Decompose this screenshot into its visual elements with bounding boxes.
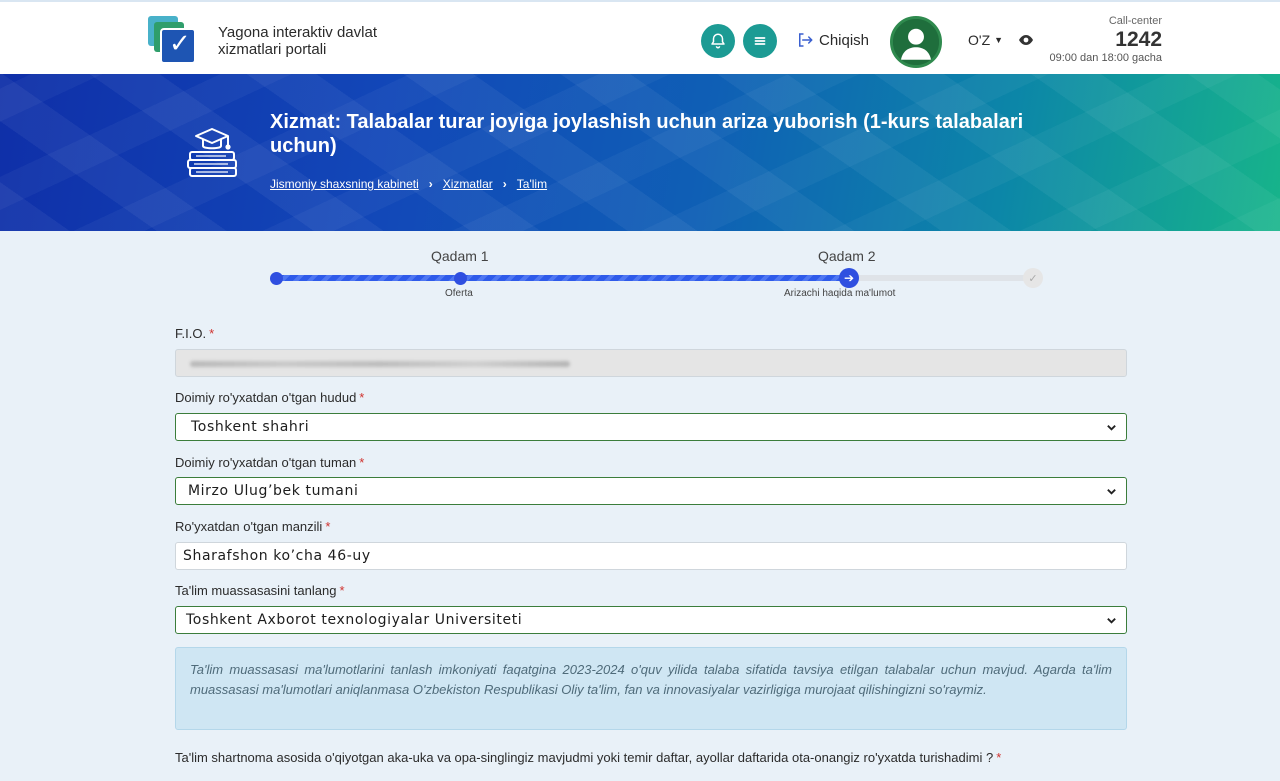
district-label: Doimiy ro'yxatdan o'tgan tuman *: [175, 455, 364, 470]
call-center-hours: 09:00 dan 18:00 gacha: [1049, 52, 1162, 64]
address-input[interactable]: Sharafshon ko’cha 46-uy: [175, 542, 1127, 570]
breadcrumb-services[interactable]: Xizmatlar: [443, 177, 493, 191]
logout-icon: [799, 33, 813, 47]
institution-value: Toshkent Axborot texnologiyalar Universi…: [186, 612, 523, 628]
chevron-down-icon: [1107, 425, 1116, 431]
call-center-label: Call-center: [1108, 15, 1162, 27]
required-mark: *: [359, 455, 365, 470]
district-label-text: Doimiy ro'yxatdan o'tgan tuman: [175, 455, 357, 470]
chevron-right-icon: ›: [428, 177, 433, 191]
required-mark: *: [325, 519, 331, 534]
user-icon: [893, 19, 939, 65]
district-select[interactable]: Mirzo Ulug’bek tumani: [175, 477, 1127, 505]
institution-label-text: Ta'lim muassasasini tanlang: [175, 583, 337, 598]
arrow-right-icon: ➔: [843, 271, 855, 285]
siblings-question: Ta'lim shartnoma asosida o'qiyotgan aka-…: [175, 748, 1127, 767]
info-alert: Ta'lim muassasasi ma'lumotlarini tanlash…: [175, 647, 1127, 730]
logout-label: Chiqish: [819, 31, 870, 49]
step-2-title: Qadam 2: [818, 248, 876, 264]
required-mark: *: [209, 326, 215, 341]
address-label-text: Ro'yxatdan o'tgan manzili: [175, 519, 323, 534]
region-label-text: Doimiy ro'yxatdan o'tgan hudud: [175, 390, 357, 405]
portal-logo[interactable]: ✓: [148, 16, 198, 66]
chevron-right-icon: ›: [502, 177, 507, 191]
step-start-dot: [270, 272, 283, 285]
address-label: Ro'yxatdan o'tgan manzili *: [175, 519, 330, 534]
eye-icon[interactable]: [1018, 34, 1034, 46]
chevron-down-icon: [1107, 618, 1116, 624]
service-banner: Xizmat: Talabalar turar joyiga joylashis…: [0, 74, 1280, 231]
district-value: Mirzo Ulug’bek tumani: [188, 483, 359, 499]
siblings-question-text: Ta'lim shartnoma asosida o'qiyotgan aka-…: [175, 750, 994, 765]
breadcrumb: Jismoniy shaxsning kabineti › Xizmatlar …: [270, 177, 547, 191]
top-bar: ✓ Yagona interaktiv davlat xizmatlari po…: [0, 0, 1280, 74]
check-icon: ✓: [1028, 272, 1038, 285]
step-2-dot[interactable]: ➔: [839, 268, 859, 288]
menu-button[interactable]: [743, 24, 777, 58]
step-1-sub: Oferta: [445, 288, 473, 299]
chevron-down-icon: [1107, 489, 1116, 495]
bell-icon: [711, 33, 725, 49]
fio-label-text: F.I.O.: [175, 326, 207, 341]
graduation-books-icon: [187, 128, 237, 177]
region-select[interactable]: Toshkent shahri: [175, 413, 1127, 441]
institution-select[interactable]: Toshkent Axborot texnologiyalar Universi…: [175, 606, 1127, 634]
address-value: Sharafshon ko’cha 46-uy: [183, 548, 371, 564]
institution-label: Ta'lim muassasasini tanlang *: [175, 583, 345, 598]
region-value: Toshkent shahri: [191, 419, 310, 435]
step-1-title: Qadam 1: [431, 248, 489, 264]
breadcrumb-education[interactable]: Ta'lim: [517, 177, 547, 191]
portal-name[interactable]: Yagona interaktiv davlat xizmatlari port…: [218, 24, 418, 58]
required-mark: *: [996, 750, 1002, 765]
required-mark: *: [339, 583, 345, 598]
region-label: Doimiy ro'yxatdan o'tgan hudud *: [175, 390, 364, 405]
required-mark: *: [359, 390, 365, 405]
avatar[interactable]: [890, 16, 942, 68]
call-center-number[interactable]: 1242: [1115, 28, 1162, 52]
fio-field: [175, 349, 1127, 377]
step-final-dot: ✓: [1023, 268, 1043, 288]
stepper-progress: [276, 275, 849, 281]
caret-down-icon: ▼: [994, 35, 1004, 45]
check-icon: ✓: [169, 29, 191, 59]
breadcrumb-cabinet[interactable]: Jismoniy shaxsning kabineti: [270, 177, 419, 191]
step-1-dot[interactable]: [454, 272, 467, 285]
redacted-name: [190, 361, 570, 367]
fio-label: F.I.O. *: [175, 326, 214, 341]
service-title: Xizmat: Talabalar turar joyiga joylashis…: [270, 111, 1024, 157]
logout-button[interactable]: Chiqish: [796, 31, 869, 49]
step-2-sub: Arizachi haqida ma'lumot: [784, 288, 896, 299]
notifications-button[interactable]: [701, 24, 735, 58]
language-label: O'Z: [968, 32, 991, 48]
language-select[interactable]: O'Z ▼: [968, 32, 1003, 48]
menu-icon: [754, 37, 766, 45]
progress-stepper: Qadam 1 Qadam 2 ➔ ✓ Oferta Arizachi haqi…: [270, 242, 1050, 302]
